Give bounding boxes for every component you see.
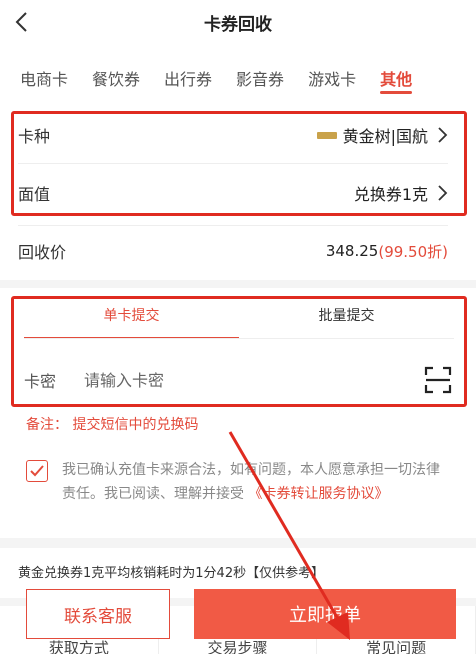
tab-game-card[interactable]: 游戏卡 [308,44,356,104]
submit-order-button[interactable]: 立即报单 [194,589,456,639]
back-arrow-icon[interactable] [12,10,32,34]
annotation-box-card-info [11,111,467,216]
annotation-box-submit [11,296,467,407]
header-bar: 卡券回收 [0,0,476,44]
service-agreement-link[interactable]: 《卡券转让服务协议》 [248,486,388,502]
recycle-price-label: 回收价 [18,243,67,262]
checkmark-icon [30,465,44,477]
category-tabs: 电商卡 餐饮券 出行券 影音券 游戏卡 其他 [0,44,476,104]
recycle-price-value: 348.25 [325,242,379,260]
remark-text: 备注： 提交短信中的兑换码 [26,417,199,433]
tab-travel-coupon[interactable]: 出行券 [164,44,212,104]
contact-service-button[interactable]: 联系客服 [26,589,170,639]
agreement-checkbox[interactable] [26,460,48,482]
recycle-price-discount: (99.50折) [378,242,448,261]
tab-dining-coupon[interactable]: 餐饮券 [92,44,140,104]
recycle-price-row: 回收价 348.25 (99.50折) [18,233,448,269]
page-title: 卡券回收 [204,14,272,35]
tab-ecommerce-card[interactable]: 电商卡 [20,44,68,104]
agreement-row: 我已确认充值卡来源合法，如有问题，本人愿意承担一切法律责任。我已阅读、理解并接受… [26,458,446,506]
tab-other[interactable]: 其他 [380,44,413,104]
divider [18,225,448,226]
tab-media-coupon[interactable]: 影音券 [236,44,284,104]
